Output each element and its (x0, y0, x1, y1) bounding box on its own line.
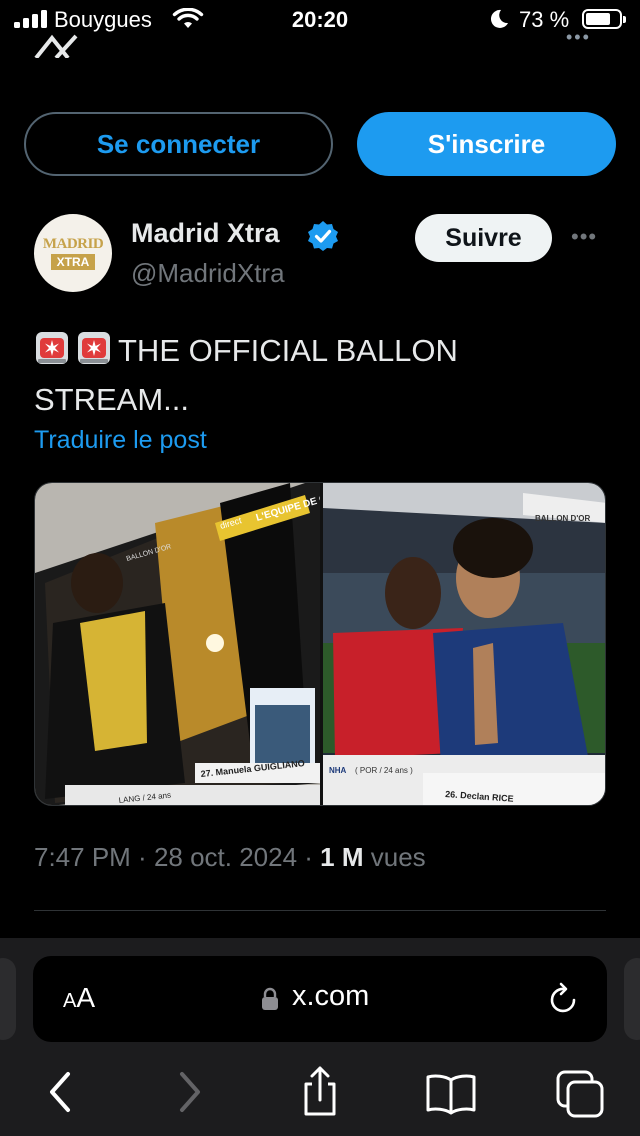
reload-icon[interactable] (548, 982, 580, 1016)
battery-icon (582, 9, 626, 29)
avatar-logo-text-top: MADRID (42, 236, 104, 252)
login-button[interactable]: Se connecter (24, 112, 333, 176)
media-right-caption-left: ( POR / 24 ans ) (355, 766, 413, 775)
views-label: vues (370, 842, 426, 872)
tweet-text: THE OFFICIAL BALLON STREAM... (34, 326, 594, 424)
back-icon[interactable] (44, 1064, 74, 1120)
siren-icon (78, 332, 110, 364)
avatar[interactable]: MADRID XTRA (34, 214, 112, 292)
bookmarks-icon[interactable] (423, 1064, 479, 1120)
next-tab-peek[interactable] (624, 958, 640, 1040)
divider (34, 910, 606, 911)
header-more-icon[interactable]: ••• (566, 28, 591, 46)
address-url[interactable]: x.com (292, 980, 369, 1013)
media-photo-left[interactable]: L'EQUIPE DE GREG direct BALLON D'OR 27. … (35, 483, 320, 805)
x-logo-icon[interactable] (34, 32, 82, 58)
tweet-media[interactable]: L'EQUIPE DE GREG direct BALLON D'OR 27. … (34, 482, 606, 806)
signup-button[interactable]: S'inscrire (357, 112, 616, 176)
battery-percent: 73 % (519, 7, 570, 32)
previous-tab-peek[interactable] (0, 958, 16, 1040)
do-not-disturb-moon-icon (490, 9, 508, 28)
tweet-time[interactable]: 7:47 PM (34, 842, 131, 872)
tweet-date[interactable]: 28 oct. 2024 (154, 842, 297, 872)
translate-post-link[interactable]: Traduire le post (34, 426, 207, 455)
tweet-timestamp: 7:47 PM · 28 oct. 2024 · 1 M vues (34, 842, 426, 872)
siren-icon (36, 332, 68, 364)
views-count: 1 M (320, 842, 364, 872)
tweet-more-icon[interactable]: ••• (571, 224, 597, 250)
status-bar: Bouygues 20:20 73 % (0, 0, 640, 40)
verified-badge-icon (308, 221, 338, 251)
share-icon[interactable] (298, 1064, 342, 1120)
media-right-prefix: NHA (329, 766, 347, 775)
tabs-icon[interactable] (554, 1064, 606, 1120)
media-right-ballon: BALLON D'OR (535, 514, 590, 523)
author-name[interactable]: Madrid Xtra (131, 218, 280, 249)
author-handle[interactable]: @MadridXtra (131, 258, 285, 289)
follow-button[interactable]: Suivre (415, 214, 552, 262)
forward-icon[interactable] (176, 1064, 206, 1120)
reader-options-button[interactable]: AA (63, 982, 95, 1014)
avatar-logo-text-bottom: XTRA (50, 254, 96, 270)
lock-icon (262, 987, 278, 1010)
media-photo-right[interactable]: BALLON D'OR NHA ( POR / 24 ans ) 26. Dec… (323, 483, 605, 805)
